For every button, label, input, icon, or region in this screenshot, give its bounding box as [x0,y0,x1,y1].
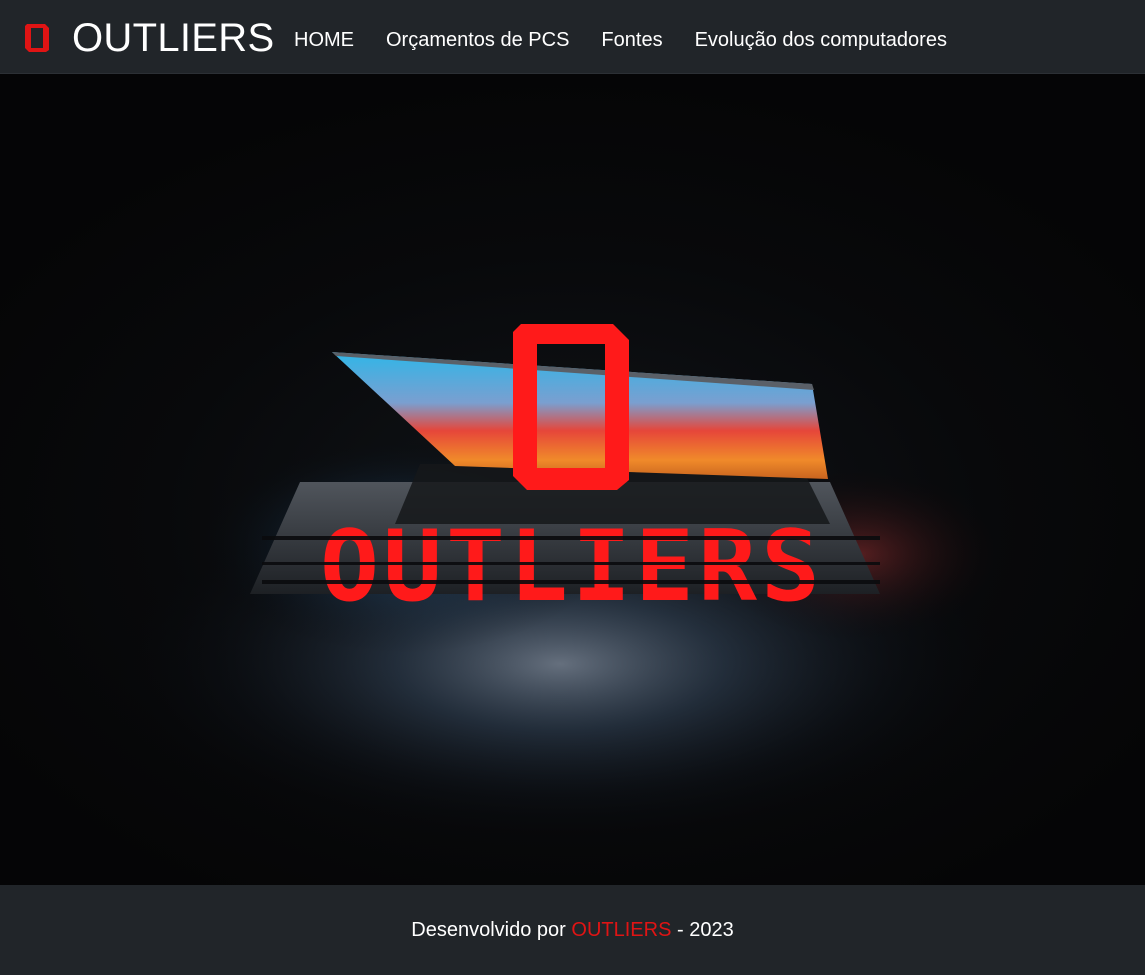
outliers-logo-icon [25,24,49,52]
navbar: OUTLIERS HOME Orçamentos de PCS Fontes E… [0,0,1145,74]
footer: Desenvolvido por OUTLIERS - 2023 [0,885,1145,975]
hero-logo-text: OUTLIERS [320,510,824,624]
nav-fontes[interactable]: Fontes [601,26,662,54]
footer-brand: OUTLIERS [571,918,672,941]
nav-home[interactable]: HOME [294,26,354,54]
footer-suffix: - 2023 [671,918,734,941]
nav-evolucao[interactable]: Evolução dos computadores [695,26,947,54]
hero-logo: OUTLIERS [262,510,880,624]
brand-name: OUTLIERS [72,16,275,60]
footer-prefix: Desenvolvido por [411,918,572,941]
glitch-band [262,562,880,565]
nav-orcamentos[interactable]: Orçamentos de PCS [386,26,569,54]
brand-link[interactable]: OUTLIERS [24,18,274,58]
glitch-band [262,536,880,540]
glitch-band [262,580,880,584]
hero-banner: OUTLIERS [0,74,1145,885]
nav-links: HOME Orçamentos de PCS Fontes Evolução d… [294,26,979,54]
